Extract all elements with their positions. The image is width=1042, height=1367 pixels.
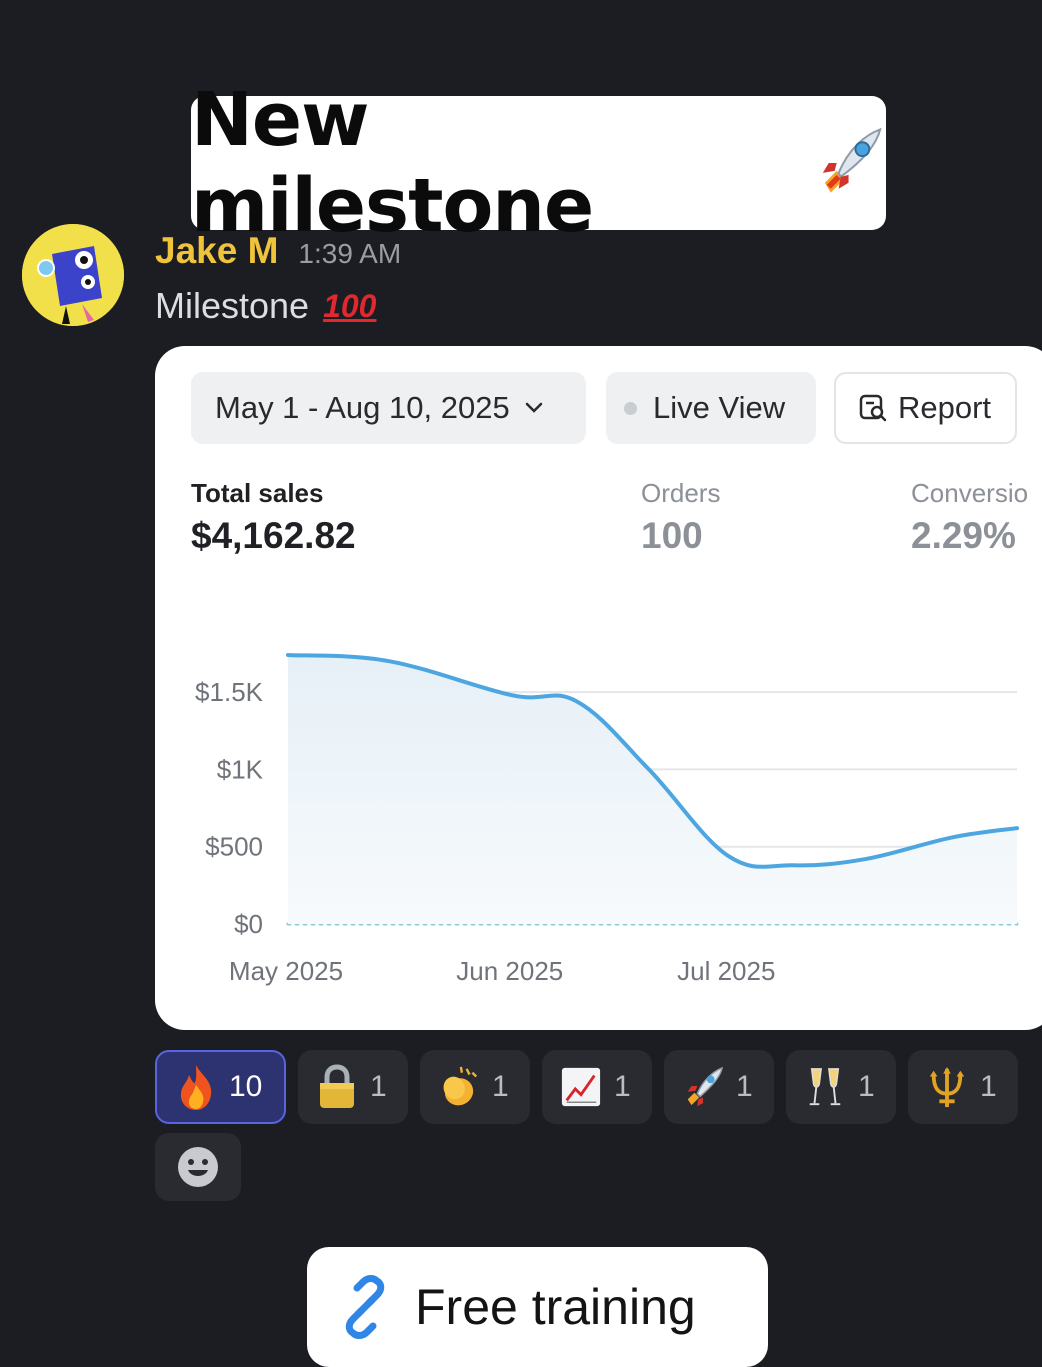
- message-body: Milestone 100: [155, 285, 376, 327]
- blue-monster-avatar-icon: [22, 224, 124, 326]
- reaction-count: 1: [492, 1070, 509, 1103]
- metric-value: 2.29%: [911, 515, 1016, 556]
- chart-increasing-icon: [560, 1064, 602, 1110]
- y-tick-label: $500: [205, 832, 263, 862]
- y-tick-label: $1K: [217, 754, 264, 784]
- metric-label: Total sales: [191, 478, 324, 508]
- link-icon: [345, 1275, 385, 1339]
- reaction-clap[interactable]: 1: [420, 1050, 530, 1124]
- chevron-down-icon: [525, 402, 542, 413]
- metric-orders[interactable]: Orders 100: [641, 478, 720, 557]
- milestone-banner: New milestone: [191, 77, 886, 249]
- rocket-icon: [682, 1064, 724, 1110]
- live-view-label: Live View: [653, 390, 786, 425]
- author-name[interactable]: Jake M: [155, 230, 278, 272]
- y-tick-label: $0: [234, 909, 263, 939]
- fire-icon: [175, 1064, 217, 1110]
- reaction-rocket[interactable]: 1: [664, 1050, 774, 1124]
- trident-icon: [926, 1064, 968, 1110]
- reaction-count: 1: [614, 1070, 631, 1103]
- live-view-button[interactable]: Live View: [606, 372, 816, 444]
- rocket-icon: [822, 127, 882, 193]
- smiley-icon: [178, 1147, 218, 1187]
- metric-total-sales[interactable]: Total sales $4,162.82: [191, 478, 356, 557]
- free-training-label: Free training: [415, 1279, 696, 1335]
- message-text: Milestone: [155, 285, 310, 326]
- report-button[interactable]: Report: [834, 372, 1017, 444]
- champagne-glasses-icon: [804, 1064, 846, 1110]
- reaction-lock[interactable]: 1: [298, 1050, 408, 1124]
- reaction-fire[interactable]: 10: [155, 1050, 286, 1124]
- message-header: Jake M 1:39 AM: [155, 230, 401, 272]
- x-tick-label: Jun 2025: [456, 956, 563, 986]
- reaction-count: 1: [980, 1070, 997, 1103]
- live-status-dot: [624, 401, 637, 415]
- sales-chart: $1.5K $1K $500 $0 May 2025 Jun 2025 Jul 2025: [195, 653, 1019, 986]
- y-tick-label: $1.5K: [195, 677, 264, 707]
- add-reaction-button[interactable]: [155, 1133, 241, 1201]
- clapping-hands-icon: [438, 1064, 480, 1110]
- reaction-count: 10: [229, 1070, 263, 1103]
- reaction-count: 1: [736, 1070, 753, 1103]
- message-timestamp: 1:39 AM: [298, 238, 402, 269]
- date-range-selector[interactable]: May 1 - Aug 10, 2025: [191, 372, 586, 444]
- x-tick-label: May 2025: [229, 956, 343, 986]
- reaction-chart[interactable]: 1: [542, 1050, 652, 1124]
- metric-value: $4,162.82: [191, 515, 356, 556]
- report-search-icon: [859, 394, 887, 422]
- hundred-points-icon: 100: [323, 287, 377, 324]
- date-range-label: May 1 - Aug 10, 2025: [215, 390, 510, 425]
- report-label: Report: [898, 390, 992, 425]
- lock-icon: [316, 1064, 358, 1110]
- reaction-champagne[interactable]: 1: [786, 1050, 896, 1124]
- metric-label: Orders: [641, 478, 721, 508]
- reaction-trident[interactable]: 1: [908, 1050, 1018, 1124]
- metric-label: Conversio: [911, 478, 1029, 508]
- avatar[interactable]: [22, 224, 124, 326]
- metric-value: 100: [641, 515, 703, 556]
- x-tick-label: Jul 2025: [677, 956, 775, 986]
- banner-title: New milestone: [191, 77, 594, 249]
- metric-conversion[interactable]: Conversio 2.29%: [911, 478, 1028, 557]
- reaction-count: 1: [370, 1070, 387, 1103]
- reaction-count: 1: [858, 1070, 875, 1103]
- sales-area: [288, 655, 1017, 924]
- free-training-link[interactable]: Free training: [307, 1247, 768, 1367]
- sales-dashboard-card: $1.5K $1K $500 $0 May 2025 Jun 2025 Jul 2025 …: [155, 346, 1042, 1030]
